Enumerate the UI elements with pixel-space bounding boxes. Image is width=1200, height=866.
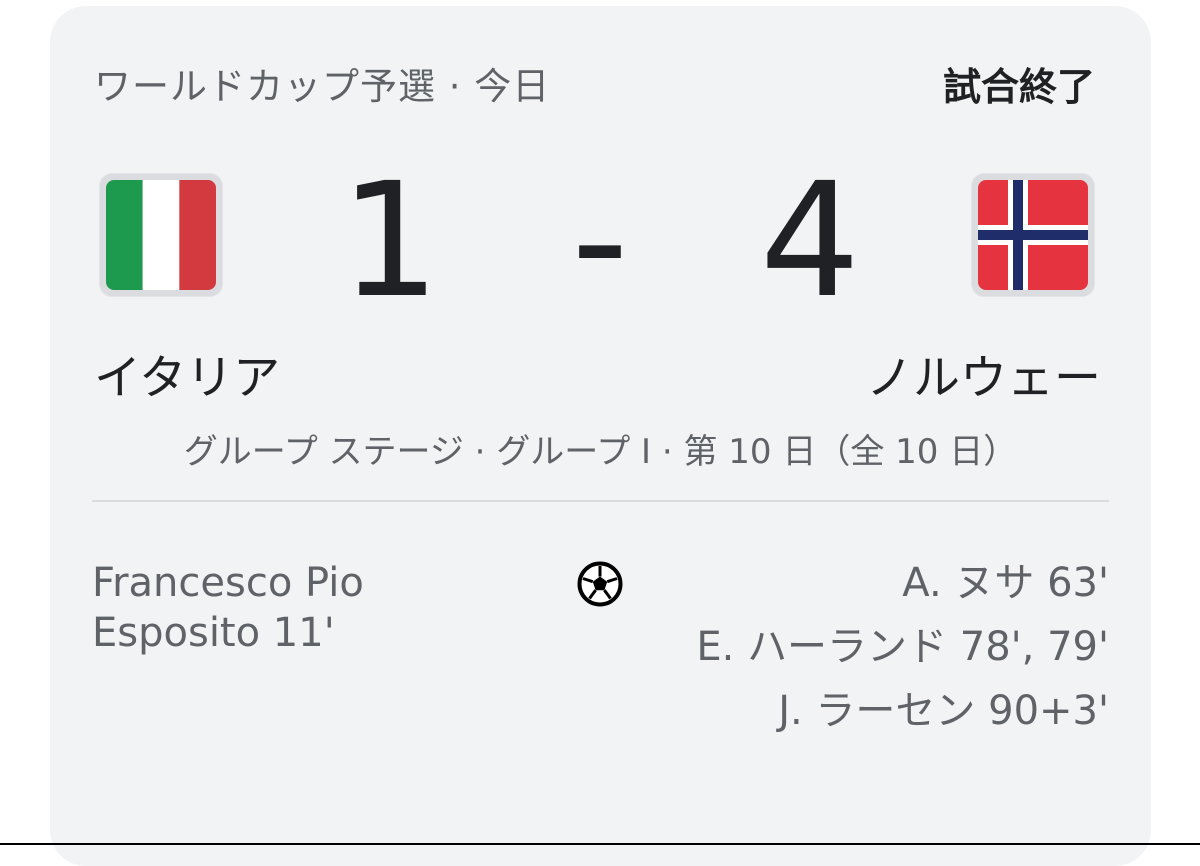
norway-flag-icon[interactable] bbox=[972, 174, 1094, 296]
away-team-name[interactable]: ノルウェー bbox=[866, 339, 1101, 408]
competition-label[interactable]: ワールドカップ予選 · 今日 bbox=[94, 56, 550, 110]
score-separator: - bbox=[571, 149, 629, 333]
match-card[interactable]: ワールドカップ予選 · 今日 試合終了 1 - 4 イタリア ノルウェー グルー… bbox=[50, 6, 1151, 866]
away-scorer: E. ハーランド 78', 79' bbox=[696, 624, 1109, 670]
stage-info: グループ ステージ · グループ I · 第 10 日（全 10 日） bbox=[183, 432, 1018, 472]
away-score: 4 bbox=[759, 149, 861, 333]
away-scorer: A. ヌサ 63' bbox=[902, 560, 1109, 606]
home-scorers: Francesco Pio Esposito 11' bbox=[92, 558, 492, 672]
match-status: 試合終了 bbox=[942, 65, 1095, 109]
home-score: 1 bbox=[339, 149, 441, 333]
home-scorer: Francesco Pio Esposito 11' bbox=[92, 560, 364, 656]
divider bbox=[92, 500, 1109, 502]
italy-flag-icon[interactable] bbox=[100, 174, 222, 296]
home-team-name[interactable]: イタリア bbox=[94, 339, 280, 408]
away-scorer: J. ラーセン 90+3' bbox=[778, 688, 1109, 734]
match-header: ワールドカップ予選 · 今日 試合終了 bbox=[50, 6, 1151, 146]
away-scorers: A. ヌサ 63' E. ハーランド 78', 79' J. ラーセン 90+3… bbox=[589, 558, 1109, 750]
